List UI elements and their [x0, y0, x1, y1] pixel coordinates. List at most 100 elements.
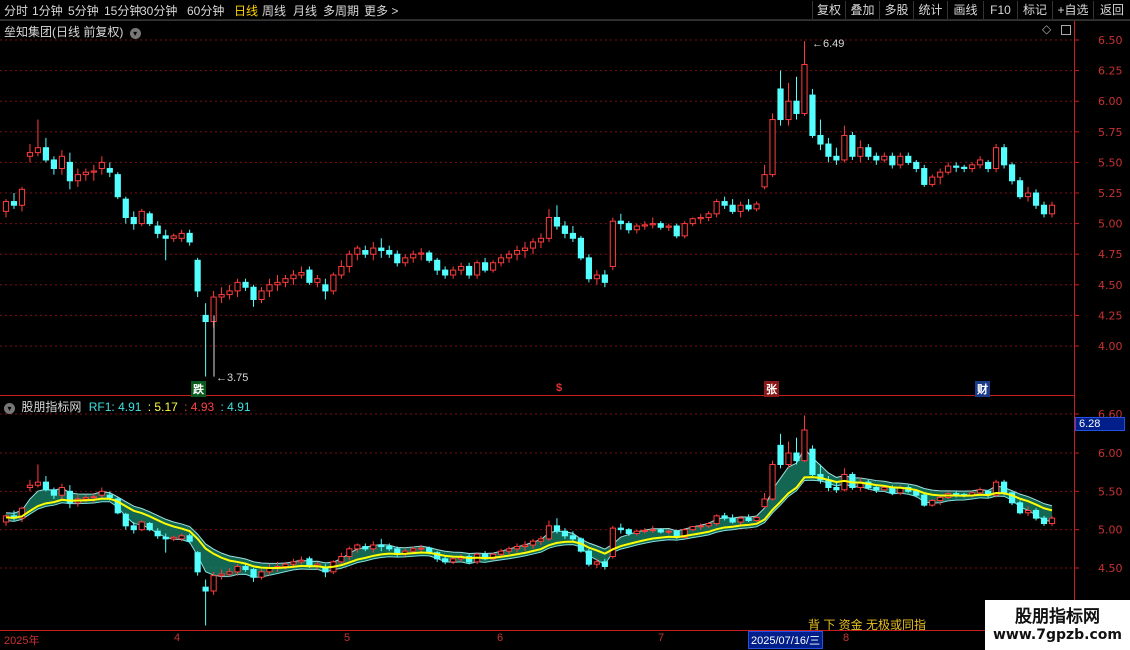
candle-body [489, 262, 497, 271]
candle-body [681, 223, 688, 237]
candle-body [817, 134, 824, 145]
candle-body [2, 201, 10, 212]
candle-body [993, 147, 1000, 170]
low-arrow-icon: ← [216, 372, 227, 384]
candle-body [170, 235, 177, 239]
indicator-candle-body [657, 529, 664, 533]
window-icon[interactable] [1060, 24, 1071, 35]
rf1-value-4: : 4.91 [220, 400, 251, 414]
candle-body [1048, 204, 1056, 215]
candle-body [729, 204, 736, 212]
indicator-axis-label: 6.00 [1098, 447, 1123, 460]
indicator-candle-body [793, 452, 800, 462]
candle-body [497, 257, 505, 264]
low-marker: ←3.75 [216, 372, 248, 384]
indicator-candle-body [585, 550, 592, 565]
candle-body [378, 247, 385, 252]
signal-fall[interactable]: 跌 [191, 381, 206, 397]
indicator-candle-body [42, 481, 50, 491]
indicator-candle-body [130, 525, 137, 531]
time-label-apr: 4 [174, 632, 181, 644]
indicator-candle-body [745, 517, 752, 521]
candle-body [1000, 147, 1008, 166]
diamond-icon[interactable]: ◇ [1042, 22, 1051, 36]
indicator-candle-body [1024, 510, 1032, 514]
candle-body [849, 134, 856, 157]
candle-body [689, 218, 696, 225]
indicator-candle-body [809, 448, 816, 475]
candle-body [450, 269, 457, 276]
indicator-candle-body [633, 530, 640, 535]
signal-finance[interactable]: 财 [975, 381, 990, 397]
candle-body [74, 174, 81, 182]
candle-body [657, 223, 664, 228]
rf1-value-2: : 5.17 [147, 400, 178, 414]
candle-body [90, 170, 97, 173]
indicator-candle-body [122, 513, 129, 527]
candle-body [913, 161, 920, 170]
indicator-candle-body [713, 515, 720, 525]
indicator-candle-body [601, 561, 608, 567]
kline-chart[interactable]: 6.50 6.25 6.00 5.75 5.50 5.25 5.00 4.75 4.50 4.25… [0, 0, 1130, 650]
title-dropdown-icon[interactable]: ▾ [129, 28, 141, 39]
indicator-candle-body [322, 567, 329, 573]
indicator-candle-body [649, 529, 656, 532]
candle-body [793, 100, 800, 114]
rf1-value-1: 4.91 [118, 400, 142, 414]
indicator-candle-body [34, 481, 42, 486]
candle-body [593, 274, 600, 280]
indicator-candle-body [1032, 510, 1040, 519]
candle-body [825, 143, 832, 157]
indicator-candle-body [418, 547, 425, 550]
signal-rise[interactable]: 张 [764, 381, 779, 397]
low-value: 3.75 [227, 372, 249, 384]
indicator-candle-body [937, 496, 944, 502]
panel-options: ◇ [1042, 22, 1071, 36]
candle-body [298, 272, 305, 276]
candle-body [801, 63, 808, 114]
indicator-candle-body [26, 484, 34, 489]
indicator-candle-body [497, 550, 505, 555]
indicator-candle-body [346, 548, 353, 557]
candle-body [505, 253, 513, 259]
indicator-dropdown-icon[interactable]: ▾ [4, 403, 15, 414]
price-axis-label: 4.25 [1098, 309, 1123, 322]
time-label-aug: 8 [843, 632, 850, 644]
candle-body [186, 232, 193, 243]
signal-dollar[interactable]: $ [556, 382, 562, 394]
indicator-axis-label: 5.00 [1098, 524, 1123, 537]
candle-body [394, 253, 401, 264]
candle-body [577, 237, 584, 259]
indicator-candle-body [162, 536, 169, 540]
candle-body [769, 119, 776, 176]
indicator-name: 股朋指标网 [21, 400, 82, 414]
indicator-candle-body [1000, 481, 1008, 494]
candle-body [314, 278, 321, 283]
candle-body [977, 159, 984, 166]
candle-body [521, 247, 529, 252]
candle-body [122, 198, 129, 218]
candle-body [961, 166, 968, 170]
indicator-candle-body [849, 473, 856, 489]
rf1-label: RF1: [88, 400, 115, 414]
indicator-candle-body [410, 548, 417, 552]
candle-body [370, 247, 377, 255]
indicator-candle-body [569, 535, 577, 540]
indicator-candle-body [593, 561, 600, 565]
candle-body [266, 284, 273, 292]
indicator-candle-body [833, 487, 840, 491]
indicator-candle-body [921, 494, 928, 506]
indicator-candle-body [873, 487, 880, 491]
indicator-candle-body [1016, 502, 1024, 514]
indicator-candle-body [218, 573, 225, 577]
indicator-candle-body [362, 546, 369, 550]
high-marker: ←6.49 [812, 38, 844, 50]
indicator-candle-body [98, 490, 105, 496]
indicator-candle-body [194, 552, 201, 573]
high-value: 6.49 [823, 38, 845, 50]
indicator-candle-body [609, 527, 616, 558]
indicator-candle-body [450, 558, 457, 563]
candle-body [761, 174, 768, 188]
indicator-candle-body [521, 544, 529, 548]
indicator-candle-body [58, 487, 65, 496]
